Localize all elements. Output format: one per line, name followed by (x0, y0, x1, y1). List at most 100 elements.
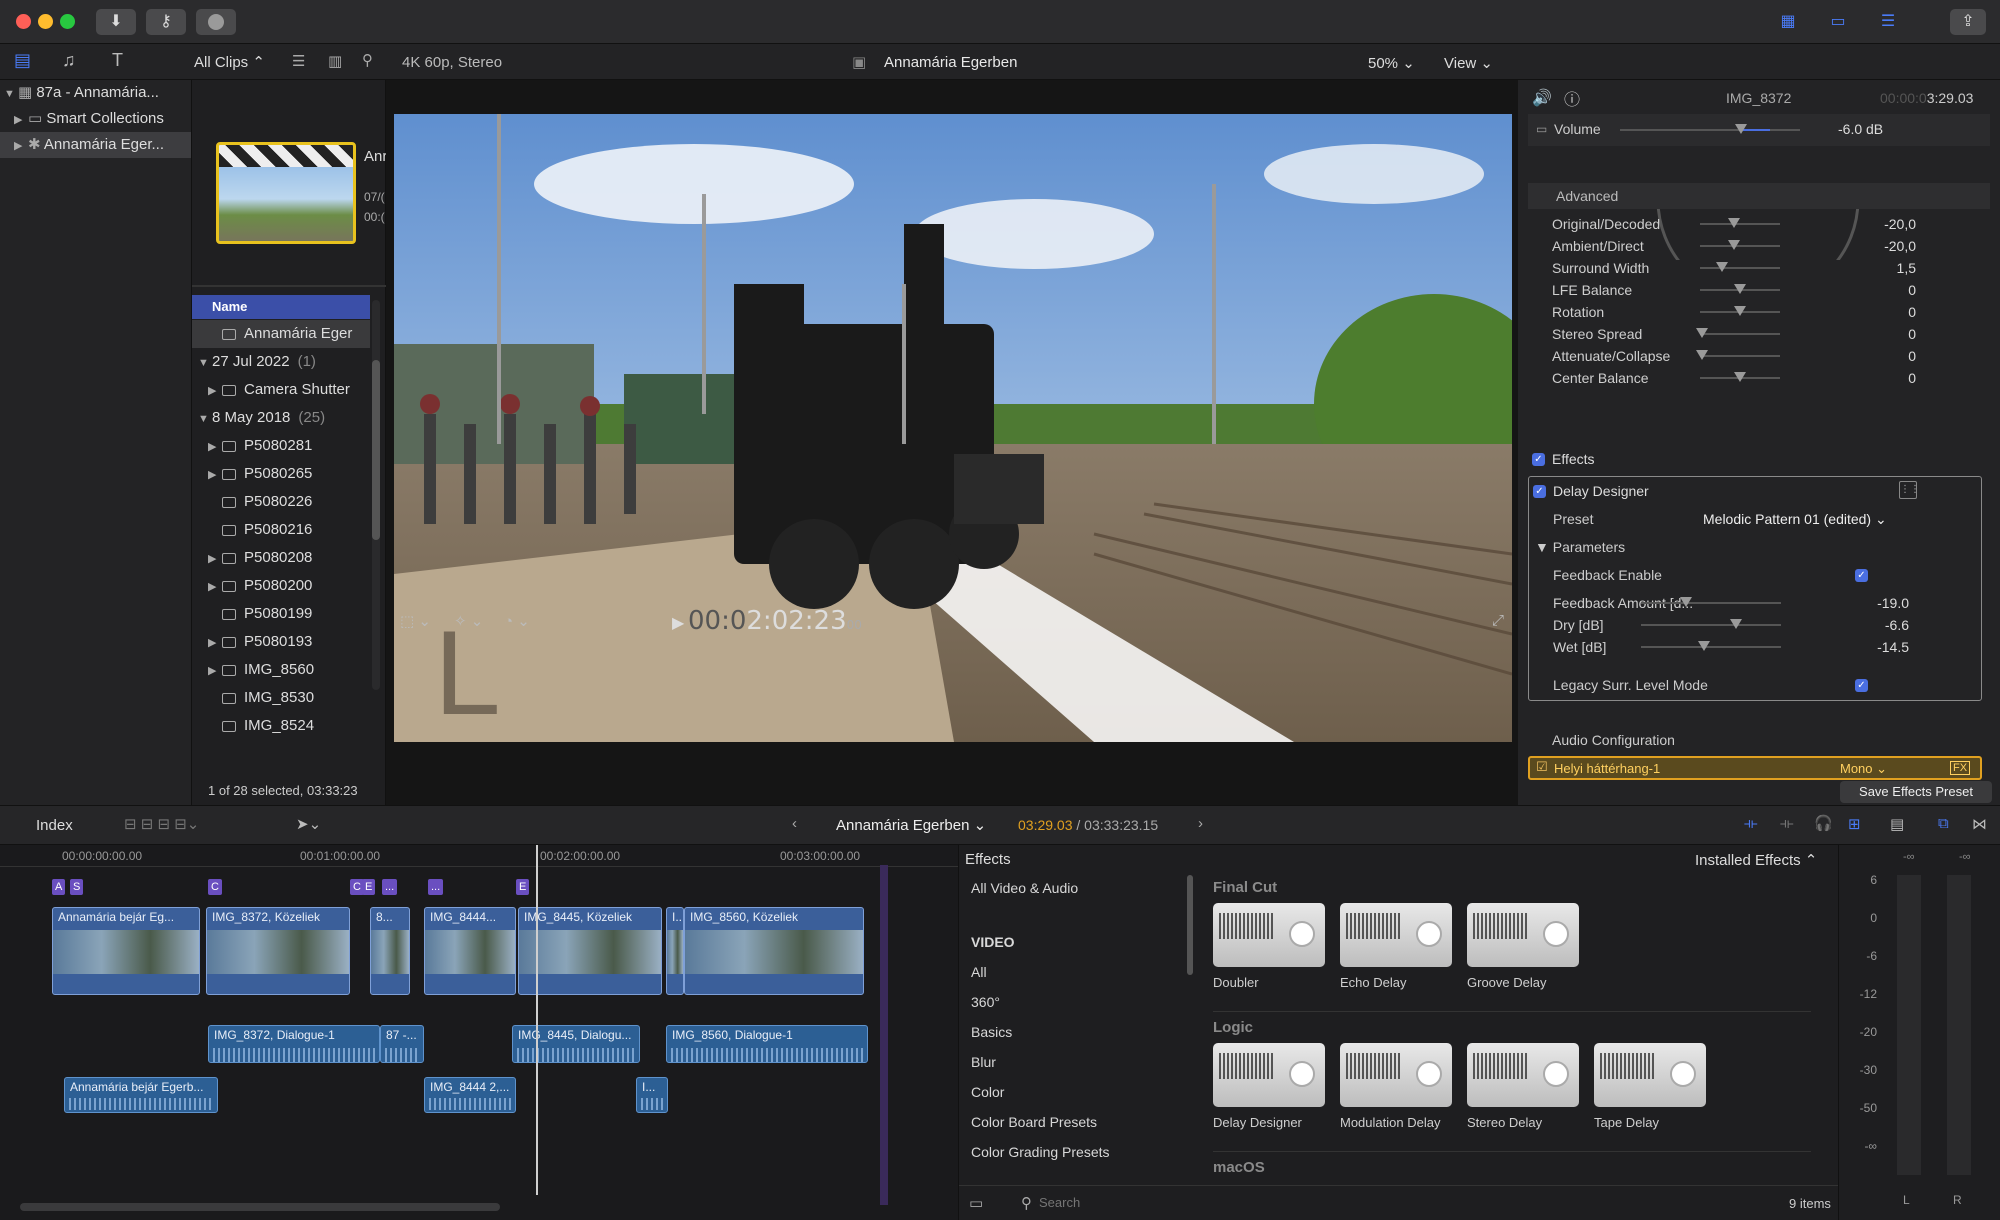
installed-effects-menu[interactable]: Installed Effects ⌃ (1695, 851, 1817, 869)
video-clip[interactable]: IMG_8372, Közeliek (206, 907, 350, 995)
browser-row[interactable]: ▼ 8 May 2018 (25) (192, 404, 370, 432)
slider-knob[interactable] (1734, 284, 1746, 294)
effects-category[interactable]: All (959, 957, 1195, 987)
video-clip[interactable]: I... (666, 907, 684, 995)
history-back-icon[interactable]: ‹ (792, 815, 797, 832)
disclosure-icon[interactable]: ▶ (208, 545, 222, 572)
effects-checkbox[interactable]: ✓ (1532, 453, 1545, 466)
browser-row[interactable]: ▶ IMG_8560 (192, 656, 370, 684)
effects-browser-icon[interactable]: ⧉ (1938, 815, 1949, 832)
background-tasks-button[interactable] (196, 9, 236, 35)
video-clip[interactable]: IMG_8444... (424, 907, 516, 995)
info-icon[interactable]: ⓘ (1564, 86, 1580, 110)
import-button[interactable]: ⬇ (96, 9, 136, 35)
video-clip[interactable]: Annamária bejár Eg... (52, 907, 200, 995)
marker[interactable]: S (70, 879, 84, 895)
audio-role-row[interactable]: ☑ Helyi háttérhang-1 Mono ⌄ FX (1528, 756, 1982, 780)
delay-designer-checkbox[interactable]: ✓ (1533, 485, 1546, 498)
slider-knob[interactable] (1734, 306, 1746, 316)
browser-toggle-button[interactable]: ▦ (1768, 9, 1808, 35)
audio-skimming-icon[interactable]: ⟛ (1780, 815, 1794, 832)
browser-row[interactable]: ▶ P5080200 (192, 572, 370, 600)
effect-tile[interactable] (1340, 903, 1452, 967)
skimming-icon[interactable]: ⟛ (1744, 815, 1758, 832)
video-clip[interactable]: IMG_8445, Közeliek (518, 907, 662, 995)
save-effects-preset-button[interactable]: Save Effects Preset (1840, 781, 1992, 803)
browser-scrollbar[interactable] (372, 300, 380, 690)
disclosure-icon[interactable]: ▶ (208, 377, 222, 404)
project-thumbnail[interactable] (216, 142, 356, 244)
view-menu[interactable]: View ⌄ (1444, 54, 1493, 72)
search-icon[interactable]: ⚲ (362, 51, 373, 69)
project-menu[interactable]: Annamária Egerben ⌄ (836, 816, 986, 834)
browser-row[interactable]: P5080199 (192, 600, 370, 628)
param-slider[interactable] (1700, 372, 1780, 382)
slider-knob[interactable] (1727, 218, 1740, 228)
effect-tile[interactable] (1467, 903, 1579, 967)
video-clip[interactable]: 8... (370, 907, 410, 995)
param-slider[interactable] (1696, 328, 1780, 338)
libraries-icon[interactable]: ▤ (14, 50, 31, 71)
role-checkbox[interactable]: ☑ (1536, 759, 1548, 775)
solo-icon[interactable]: 🎧 (1814, 814, 1833, 832)
effect-tile[interactable] (1213, 1043, 1325, 1107)
effects-category[interactable]: VIDEO (959, 927, 1195, 957)
disclosure-icon[interactable]: ▶ (208, 461, 222, 488)
select-tool-icon[interactable]: ➤⌄ (296, 815, 321, 833)
snapping-icon[interactable]: ⊞ (1848, 815, 1861, 833)
browser-row[interactable]: ▶ P5080208 (192, 544, 370, 572)
enhance-icon[interactable]: ✧ ⌄ (454, 612, 483, 630)
sidebar-toggle-icon[interactable]: ▭ (969, 1194, 983, 1212)
photos-audio-icon[interactable]: ♫ (62, 50, 76, 71)
timecode-display[interactable]: 00:02:02:2300 (688, 606, 862, 636)
browser-row[interactable]: P5080226 (192, 488, 370, 516)
titles-generators-icon[interactable]: T (112, 50, 123, 71)
role-mode-menu[interactable]: Mono ⌄ (1840, 761, 1887, 777)
marker[interactable]: ... (382, 879, 398, 895)
timeline-ruler[interactable]: 00:00:00:00.00 00:01:00:00.00 00:02:00:0… (0, 845, 958, 867)
timeline[interactable]: 00:00:00:00.00 00:01:00:00.00 00:02:00:0… (0, 845, 958, 1220)
effect-tile[interactable] (1594, 1043, 1706, 1107)
browser-row[interactable]: ▼ 27 Jul 2022 (1) (192, 348, 370, 376)
browser-row[interactable]: Annamária Eger (192, 320, 370, 348)
slider-knob[interactable] (1730, 619, 1743, 629)
categories-scrollbar[interactable] (1187, 875, 1193, 975)
timeline-toggle-button[interactable]: ▭ (1818, 9, 1858, 35)
transitions-browser-icon[interactable]: ⋈ (1972, 815, 1987, 833)
playhead[interactable] (536, 845, 538, 1195)
effects-category[interactable]: Color Grading Presets (959, 1137, 1195, 1167)
role-fx-badge[interactable]: FX (1950, 761, 1971, 775)
dialogue-clip[interactable]: IMG_8372, Dialogue-1 (208, 1025, 380, 1063)
disclosure-icon[interactable]: ▼ (198, 405, 212, 432)
browser-row[interactable]: ▶ Camera Shutter (192, 376, 370, 404)
history-forward-icon[interactable]: › (1198, 815, 1203, 832)
param-slider[interactable] (1700, 218, 1780, 228)
event-item-selected[interactable]: ▶ ✱ Annamária Eger... (0, 132, 191, 158)
video-clip[interactable]: IMG_8560, Közeliek (684, 907, 864, 995)
advanced-header[interactable]: Advanced (1528, 183, 1990, 209)
plugin-ui-icon[interactable]: ⋮⋮ (1899, 481, 1920, 499)
effect-tile[interactable] (1213, 903, 1325, 967)
index-button[interactable]: Index (36, 817, 73, 834)
effects-category[interactable]: All Video & Audio (959, 873, 1195, 903)
effects-search-input[interactable] (1039, 1191, 1539, 1213)
fullscreen-icon[interactable]: ⤢ (1492, 612, 1504, 629)
param-slider[interactable] (1696, 350, 1780, 360)
effects-category[interactable]: 360° (959, 987, 1195, 1017)
audio-clip[interactable]: Annamária bejár Egerb... (64, 1077, 218, 1113)
preset-menu[interactable]: Melodic Pattern 01 (edited) ⌄ (1703, 511, 1887, 528)
transform-icon[interactable]: ⬚ ⌄ (400, 612, 431, 630)
param-slider[interactable] (1700, 284, 1780, 294)
slider-knob[interactable] (1696, 350, 1709, 360)
dialogue-clip[interactable]: 87 -... (380, 1025, 424, 1063)
param-slider[interactable] (1700, 306, 1780, 316)
disclosure-icon[interactable]: ▶ (208, 629, 222, 656)
zoom-window-button[interactable] (60, 14, 75, 29)
timeline-scrollbar[interactable] (20, 1203, 500, 1211)
param-slider[interactable] (1700, 262, 1780, 272)
all-clips-filter[interactable]: All Clips ⌃ (194, 53, 265, 71)
browser-row[interactable]: P5080216 (192, 516, 370, 544)
marker[interactable]: C (208, 879, 222, 895)
close-window-button[interactable] (16, 14, 31, 29)
effect-tile[interactable] (1467, 1043, 1579, 1107)
